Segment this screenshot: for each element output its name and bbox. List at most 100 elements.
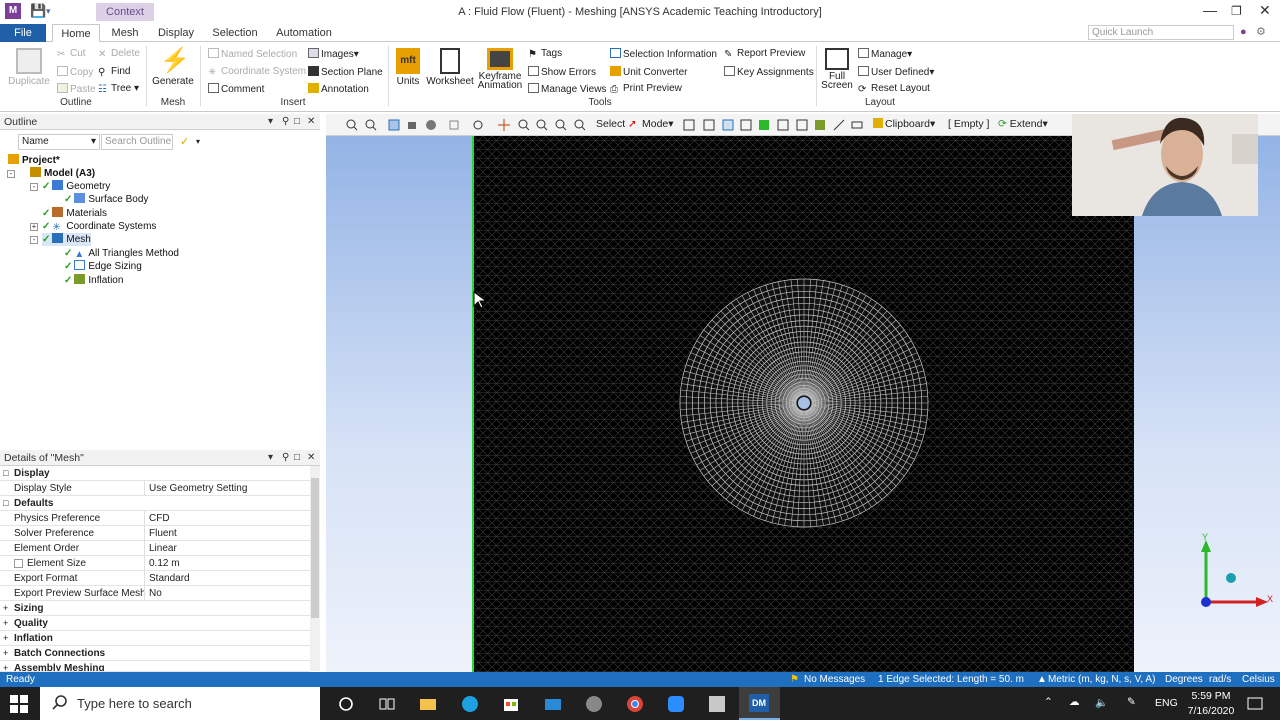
tree-geometry[interactable]: ✓ Geometry	[42, 180, 110, 193]
panel-close-icon[interactable]: ✕	[307, 114, 315, 130]
body-icon[interactable]	[425, 119, 437, 131]
detail-row[interactable]: Element Size 0.12 m	[0, 556, 310, 571]
tree-all-triangles[interactable]: ✓ ▲ All Triangles Method	[64, 247, 179, 260]
detail-row[interactable]: Export Format Standard	[0, 571, 310, 586]
detail-row[interactable]: Solver Preference Fluent	[0, 526, 310, 541]
section-display[interactable]: □ Display	[0, 466, 310, 481]
paste-button[interactable]: Paste	[57, 83, 96, 95]
worksheet-button[interactable]: Worksheet	[426, 48, 474, 87]
mail-icon[interactable]	[543, 694, 563, 714]
zoom-fit-icon[interactable]	[555, 119, 567, 131]
section-defaults[interactable]: □ Defaults	[0, 496, 310, 511]
user-defined-button[interactable]: User Defined▾	[858, 66, 934, 78]
extend-dropdown[interactable]: ⟳ Extend▾	[998, 118, 1048, 130]
surface-icon[interactable]	[406, 119, 418, 131]
zoom-selected-icon[interactable]	[574, 119, 586, 131]
status-messages[interactable]: No Messages	[804, 672, 865, 687]
taskbar-search-input[interactable]: Type here to search	[40, 687, 320, 720]
select-button[interactable]: Select	[596, 118, 625, 130]
status-units[interactable]: Metric (m, kg, N, s, V, A)	[1048, 672, 1155, 687]
coordinate-system-button[interactable]: ✳ Coordinate System	[208, 66, 306, 78]
file-explorer-icon[interactable]	[418, 694, 438, 714]
minimize-icon[interactable]: —	[1203, 2, 1217, 18]
select-all-icon[interactable]	[833, 119, 845, 131]
collapse-toggle[interactable]: -	[7, 170, 15, 178]
select-options-icon[interactable]	[851, 119, 863, 131]
section-plane-button[interactable]: Section Plane	[308, 66, 383, 78]
pin-icon[interactable]: ⚲	[282, 114, 289, 130]
print-preview-button[interactable]: ⎙ Print Preview	[610, 83, 682, 95]
detail-value[interactable]: Use Geometry Setting	[144, 481, 247, 496]
select-mode-icon[interactable]	[388, 119, 400, 131]
clock-time[interactable]: 5:59 PM	[1190, 690, 1232, 702]
section-quality[interactable]: + Quality	[0, 616, 310, 631]
report-preview-button[interactable]: ✎ Report Preview	[724, 48, 805, 60]
detail-row[interactable]: Element Order Linear	[0, 541, 310, 556]
images-button[interactable]: Images▾	[308, 48, 359, 60]
tree-inflation[interactable]: ✓ Inflation	[64, 274, 123, 287]
graphics-viewport[interactable]: Select ➚ Mode▾ Clipboard▾ [ Empty ] ⟳ Ex…	[326, 114, 1280, 672]
mesh-select-icon[interactable]	[814, 119, 826, 131]
tree-materials[interactable]: ✓ Materials	[42, 207, 107, 220]
detail-value[interactable]: Standard	[144, 571, 190, 586]
workbench-icon[interactable]	[707, 694, 727, 714]
cursor-icon[interactable]: ➚	[628, 118, 637, 130]
selection-information-button[interactable]: Selection Information	[610, 48, 717, 60]
reset-layout-button[interactable]: ⟳ Reset Layout	[858, 83, 930, 95]
chrome-icon[interactable]	[625, 694, 645, 714]
details-scrollbar[interactable]	[310, 466, 320, 671]
panel-menu-icon[interactable]: ▾	[268, 450, 273, 466]
pin-icon[interactable]: ⚲	[282, 450, 289, 466]
edge-select-icon[interactable]	[703, 119, 715, 131]
tab-automation[interactable]: Automation	[272, 24, 336, 42]
tags-button[interactable]: ⚑ Tags	[528, 48, 562, 60]
notifications-icon[interactable]	[1245, 694, 1265, 714]
language-indicator[interactable]: ENG	[1155, 697, 1178, 709]
scrollbar-thumb[interactable]	[311, 478, 319, 618]
tab-mesh[interactable]: Mesh	[104, 24, 146, 42]
manage-button[interactable]: Manage▾	[858, 48, 912, 60]
tree-coordinate-systems[interactable]: ✓ ✳ Coordinate Systems	[42, 220, 156, 233]
element-select-icon[interactable]	[796, 119, 808, 131]
comment-button[interactable]: Comment	[208, 83, 264, 95]
quick-launch-input[interactable]: Quick Launch	[1088, 25, 1234, 40]
detail-value[interactable]: 0.12 m	[144, 556, 180, 571]
box-zoom-icon[interactable]	[536, 119, 548, 131]
units-button[interactable]: mft Units	[394, 48, 422, 87]
zoom-out-icon[interactable]	[365, 119, 377, 131]
close-icon[interactable]: ✕	[1259, 2, 1271, 19]
section-batch-connections[interactable]: + Batch Connections	[0, 646, 310, 661]
find-button[interactable]: ⚲ Find	[98, 66, 130, 78]
edge-icon[interactable]	[448, 119, 460, 131]
maximize-icon[interactable]: □	[294, 114, 300, 130]
tab-display[interactable]: Display	[152, 24, 200, 42]
app-icon[interactable]	[584, 694, 604, 714]
tab-home[interactable]: Home	[52, 24, 100, 43]
zoom-icon[interactable]	[518, 119, 530, 131]
tree-surface-body[interactable]: ✓ Surface Body	[64, 193, 148, 206]
full-screen-button[interactable]: Full Screen	[820, 48, 854, 91]
detail-row[interactable]: Physics Preference CFD	[0, 511, 310, 526]
rotate-icon[interactable]	[472, 119, 484, 131]
collapse-toggle[interactable]: -	[30, 236, 38, 244]
detail-row[interactable]: Export Preview Surface Mesh No	[0, 586, 310, 601]
cortana-icon[interactable]	[336, 694, 356, 714]
section-assembly-meshing[interactable]: + Assembly Meshing	[0, 661, 310, 672]
detail-row[interactable]: Display Style Use Geometry Setting	[0, 481, 310, 496]
detail-value[interactable]: Linear	[144, 541, 177, 556]
maximize-icon[interactable]: □	[294, 450, 300, 466]
parameter-checkbox[interactable]	[14, 559, 23, 568]
annotation-button[interactable]: Annotation	[308, 83, 369, 95]
mesh-display[interactable]	[472, 136, 1134, 672]
filter-dropdown-icon[interactable]: ▾	[196, 137, 200, 146]
panel-close-icon[interactable]: ✕	[307, 450, 315, 466]
edge-browser-icon[interactable]	[460, 694, 480, 714]
keyframe-animation-button[interactable]: Keyframe Animation	[476, 48, 524, 91]
copy-button[interactable]: Copy	[57, 66, 93, 78]
pan-icon[interactable]	[498, 119, 510, 131]
section-inflation[interactable]: + Inflation	[0, 631, 310, 646]
pen-icon[interactable]: ✎	[1127, 696, 1136, 708]
element-face-icon[interactable]	[777, 119, 789, 131]
windows-start-icon[interactable]	[10, 695, 28, 713]
filter-chevron-icon[interactable]: ✓	[180, 135, 189, 148]
